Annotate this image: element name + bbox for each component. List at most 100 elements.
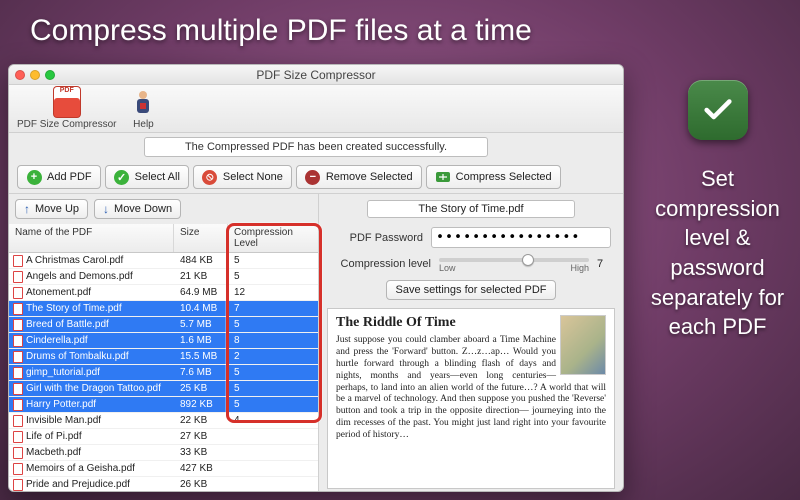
cell-name: Girl with the Dragon Tattoo.pdf (26, 383, 161, 394)
table-row[interactable]: The Story of Time.pdf 10.4 MB7 (9, 301, 318, 317)
compress-icon (435, 169, 451, 185)
cell-size: 7.6 MB (174, 367, 228, 378)
cell-size: 22 KB (174, 415, 228, 426)
cell-size: 64.9 MB (174, 287, 228, 298)
save-settings-button[interactable]: Save settings for selected PDF (386, 280, 555, 300)
toolbar-help-label: Help (133, 119, 154, 130)
cell-level: 5 (228, 255, 318, 266)
cell-level: 2 (228, 351, 318, 362)
slider-high-label: High (570, 263, 589, 273)
cell-size: 25 KB (174, 383, 228, 394)
check-icon: ✓ (114, 169, 130, 185)
table-row[interactable]: Life of Pi.pdf27 KB (9, 429, 318, 445)
cell-name: The Story of Time.pdf (26, 303, 122, 314)
table-row[interactable]: gimp_tutorial.pdf7.6 MB5 (9, 365, 318, 381)
arrow-up-icon: ↑ (24, 203, 30, 215)
preview-image-icon (560, 315, 606, 375)
cell-name: Atonement.pdf (26, 287, 91, 298)
file-list-panel: ↑ Move Up ↓ Move Down Name of the PDF Si… (9, 194, 319, 492)
password-input[interactable] (431, 227, 611, 248)
col-header-size[interactable]: Size (174, 224, 228, 252)
table-row[interactable]: A Christmas Carol.pdf 484 KB5 (9, 253, 318, 269)
cell-size: 892 KB (174, 399, 228, 410)
window-titlebar: PDF Size Compressor (9, 65, 623, 85)
table-row[interactable]: Girl with the Dragon Tattoo.pdf 25 KB5 (9, 381, 318, 397)
password-label: PDF Password (331, 232, 423, 244)
pdf-file-icon (13, 351, 23, 363)
toolbar-app-label: PDF Size Compressor (17, 119, 116, 130)
cell-name: Breed of Battle.pdf (26, 319, 109, 330)
cell-name: Life of Pi.pdf (26, 431, 82, 442)
help-icon (130, 87, 156, 117)
cell-size: 10.4 MB (174, 303, 228, 314)
cell-level: 8 (228, 335, 318, 346)
cell-level: 5 (228, 271, 318, 282)
toolbar-primary: PDF Size Compressor Help (9, 85, 623, 133)
table-row[interactable]: Pride and Prejudice.pdf26 KB (9, 477, 318, 492)
cell-name: Harry Potter.pdf (26, 399, 96, 410)
cell-size: 484 KB (174, 255, 228, 266)
add-pdf-button[interactable]: + Add PDF (17, 165, 101, 189)
move-down-button[interactable]: ↓ Move Down (94, 199, 181, 219)
pdf-file-icon (13, 367, 23, 379)
table-row[interactable]: Harry Potter.pdf 892 KB5 (9, 397, 318, 413)
move-up-label: Move Up (35, 203, 79, 215)
pdf-file-icon (13, 399, 23, 411)
save-settings-label: Save settings for selected PDF (395, 284, 546, 296)
compress-selected-button[interactable]: Compress Selected (426, 165, 561, 189)
cell-level: 5 (228, 367, 318, 378)
status-message: The Compressed PDF has been created succ… (144, 137, 488, 157)
table-row[interactable]: Memoirs of a Geisha.pdf427 KB (9, 461, 318, 477)
pdf-file-icon (13, 383, 23, 395)
remove-selected-label: Remove Selected (326, 171, 413, 183)
arrow-down-icon: ↓ (103, 203, 109, 215)
pdf-file-icon (13, 479, 23, 491)
table-row[interactable]: Invisible Man.pdf22 KB4 (9, 413, 318, 429)
cell-size: 427 KB (174, 463, 228, 474)
toolbar-actions: + Add PDF ✓ Select All ⦸ Select None − R… (9, 161, 623, 193)
pdf-file-icon (13, 463, 23, 475)
cell-name: Drums of Tombalku.pdf (26, 351, 129, 362)
toolbar-app-item[interactable]: PDF Size Compressor (17, 87, 116, 130)
app-window: PDF Size Compressor PDF Size Compressor … (8, 64, 624, 492)
cell-level: 7 (228, 303, 318, 314)
compression-slider[interactable]: Low High (439, 254, 589, 273)
cell-level: 4 (228, 415, 318, 426)
pdf-file-icon (13, 335, 23, 347)
selected-filename: The Story of Time.pdf (367, 200, 575, 218)
cell-level: 12 (228, 287, 318, 298)
cell-size: 15.5 MB (174, 351, 228, 362)
toolbar-help-item[interactable]: Help (130, 87, 156, 130)
table-row[interactable]: Macbeth.pdf 33 KB (9, 445, 318, 461)
col-header-level[interactable]: Compression Level (228, 224, 318, 252)
cell-name: Angels and Demons.pdf (26, 271, 133, 282)
cell-size: 33 KB (174, 447, 228, 458)
table-row[interactable]: Breed of Battle.pdf 5.7 MB5 (9, 317, 318, 333)
table-header: Name of the PDF Size Compression Level (9, 224, 318, 253)
table-row[interactable]: Drums of Tombalku.pdf 15.5 MB2 (9, 349, 318, 365)
cell-level: 5 (228, 399, 318, 410)
cell-name: A Christmas Carol.pdf (26, 255, 123, 266)
col-header-name[interactable]: Name of the PDF (9, 224, 174, 252)
select-none-button[interactable]: ⦸ Select None (193, 165, 292, 189)
cell-size: 5.7 MB (174, 319, 228, 330)
add-pdf-label: Add PDF (47, 171, 92, 183)
cell-level: 5 (228, 319, 318, 330)
details-panel: The Story of Time.pdf PDF Password Compr… (319, 194, 623, 492)
cell-level: 5 (228, 383, 318, 394)
move-up-button[interactable]: ↑ Move Up (15, 199, 88, 219)
remove-selected-button[interactable]: − Remove Selected (296, 165, 422, 189)
table-body[interactable]: A Christmas Carol.pdf484 KB5Angels and D… (9, 253, 318, 492)
table-row[interactable]: Cinderella.pdf1.6 MB8 (9, 333, 318, 349)
pdf-file-icon (13, 319, 23, 331)
cell-size: 21 KB (174, 271, 228, 282)
select-all-button[interactable]: ✓ Select All (105, 165, 189, 189)
table-row[interactable]: Atonement.pdf 64.9 MB12 (9, 285, 318, 301)
pdf-file-icon (13, 271, 23, 283)
cell-name: Macbeth.pdf (26, 447, 81, 458)
table-row[interactable]: Angels and Demons.pdf 21 KB5 (9, 269, 318, 285)
cell-size: 26 KB (174, 479, 228, 490)
minus-icon: − (305, 169, 321, 185)
compress-selected-label: Compress Selected (456, 171, 552, 183)
marketing-side-panel: Set compression level & password separat… (635, 80, 800, 342)
